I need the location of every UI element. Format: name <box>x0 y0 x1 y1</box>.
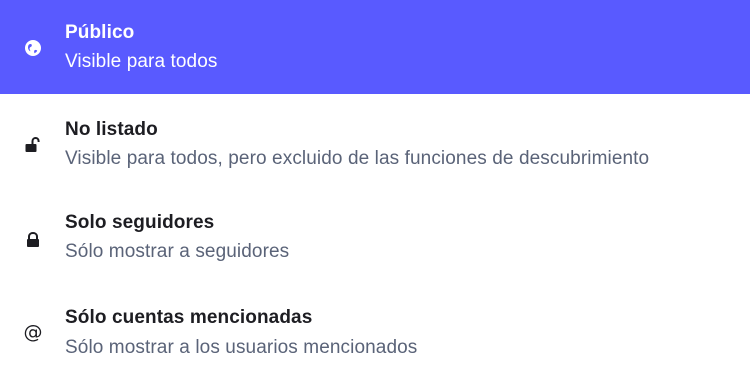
globe-icon <box>22 37 44 59</box>
visibility-option-unlisted[interactable]: No listado Visible para todos, pero excl… <box>0 94 750 188</box>
visibility-option-public[interactable]: Público Visible para todos <box>0 0 750 94</box>
visibility-option-followers[interactable]: Solo seguidores Sólo mostrar a seguidore… <box>0 188 750 282</box>
at-icon: @ <box>23 320 43 343</box>
option-description: Sólo mostrar a los usuarios mencionados <box>65 337 418 358</box>
option-description: Sólo mostrar a seguidores <box>65 241 290 262</box>
option-title: No listado <box>65 119 158 140</box>
option-title: Público <box>65 22 135 43</box>
option-title: Sólo cuentas mencionadas <box>65 307 313 328</box>
visibility-option-mentioned[interactable]: @ Sólo cuentas mencionadas Sólo mostrar … <box>0 282 750 376</box>
lock-icon <box>22 229 44 251</box>
option-description: Visible para todos <box>65 51 218 72</box>
visibility-menu: Público Visible para todos No listado Vi… <box>0 0 750 378</box>
option-description: Visible para todos, pero excluido de las… <box>65 148 650 169</box>
option-title: Solo seguidores <box>65 212 215 233</box>
unlock-icon <box>22 134 44 156</box>
